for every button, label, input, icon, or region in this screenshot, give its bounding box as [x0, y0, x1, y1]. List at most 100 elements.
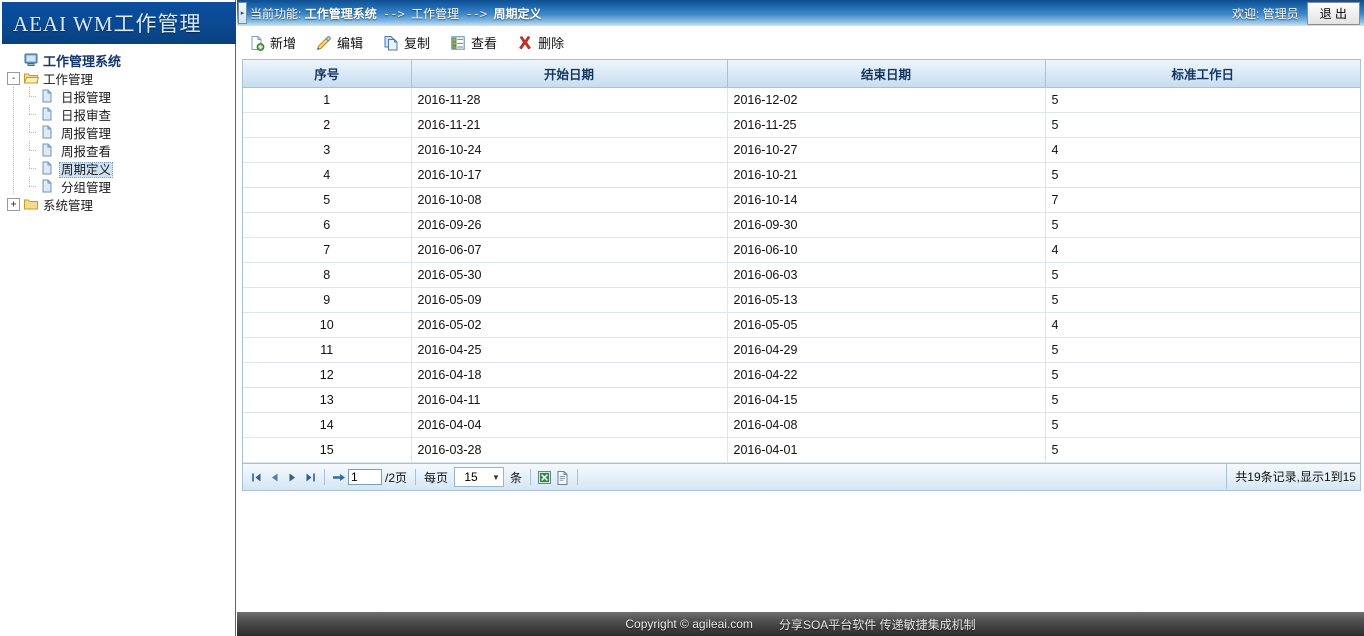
cell-standard-workdays: 5 [1045, 412, 1360, 438]
cell-start-date: 2016-04-11 [411, 387, 728, 413]
folder-open-icon [23, 70, 40, 86]
delete-button[interactable]: 删除 [517, 33, 564, 52]
cell-standard-workdays: 5 [1045, 437, 1360, 463]
sidebar-item-weekly-report-mgmt[interactable]: 周报管理 [7, 123, 235, 141]
doc-export-icon[interactable] [554, 468, 572, 486]
tree-indent-line [7, 87, 20, 105]
column-header-end-date[interactable]: 结束日期 [727, 60, 1046, 88]
table-row[interactable]: 14 2016-04-04 2016-04-08 5 [243, 412, 1360, 438]
cell-end-date: 2016-10-14 [727, 187, 1046, 213]
cell-end-date: 2016-06-03 [727, 262, 1046, 288]
sidebar-item-daily-report-mgmt[interactable]: 日报管理 [7, 87, 235, 105]
cell-end-date: 2016-11-25 [727, 112, 1046, 138]
prev-page-icon[interactable] [265, 468, 283, 486]
page-number-input[interactable] [348, 469, 382, 485]
cell-end-date: 2016-04-22 [727, 362, 1046, 388]
cell-index: 5 [243, 187, 412, 213]
table-row[interactable]: 15 2016-03-28 2016-04-01 5 [243, 437, 1360, 463]
toolbar-divider [415, 469, 417, 485]
cell-standard-workdays: 5 [1045, 387, 1360, 413]
tree-elbow [23, 123, 36, 141]
cell-index: 2 [243, 112, 412, 138]
tree-elbow [23, 177, 36, 195]
copyright-text: Copyright © agileai.com [625, 617, 753, 631]
tree-expander-expand-icon[interactable]: + [7, 197, 20, 211]
page-icon [39, 160, 55, 176]
table-row[interactable]: 5 2016-10-08 2016-10-14 7 [243, 187, 1360, 213]
sidebar-item-daily-report-review[interactable]: 日报审查 [7, 105, 235, 123]
first-page-icon[interactable] [247, 468, 265, 486]
tree-root-node[interactable]: 工作管理系统 [7, 51, 235, 69]
cell-start-date: 2016-05-30 [411, 262, 728, 288]
sidebar-item-weekly-report-view[interactable]: 周报查看 [7, 141, 235, 159]
sidebar-collapse-handle[interactable]: ▸ [238, 2, 247, 24]
page-size-select[interactable]: 15 ▼ [454, 467, 504, 487]
cell-end-date: 2016-10-27 [727, 137, 1046, 163]
list-view-icon [450, 35, 466, 51]
cell-end-date: 2016-04-01 [727, 437, 1046, 463]
column-header-standard-workdays[interactable]: 标准工作日 [1045, 60, 1360, 88]
next-page-icon[interactable] [283, 468, 301, 486]
last-page-icon[interactable] [301, 468, 319, 486]
excel-export-icon[interactable] [536, 468, 554, 486]
copy-button-label: 复制 [404, 36, 431, 51]
cell-end-date: 2016-04-15 [727, 387, 1046, 413]
delete-button-label: 删除 [538, 36, 565, 51]
cell-start-date: 2016-11-28 [411, 87, 728, 113]
table-row[interactable]: 4 2016-10-17 2016-10-21 5 [243, 162, 1360, 188]
tree-elbow [23, 87, 36, 105]
page-footer: Copyright © agileai.com 分享SOA平台软件 传递敏捷集成… [237, 612, 1364, 636]
tree-node-label: 系统管理 [43, 198, 94, 213]
column-header-start-date[interactable]: 开始日期 [411, 60, 728, 88]
data-grid-container: 序号 开始日期 结束日期 标准工作日 1 2016-11-28 2016-12-02… [242, 59, 1361, 464]
cell-end-date: 2016-04-08 [727, 412, 1046, 438]
breadcrumb-item-2[interactable]: 工作管理 [411, 7, 459, 21]
table-row[interactable]: 11 2016-04-25 2016-04-29 5 [243, 337, 1360, 363]
table-row[interactable]: 12 2016-04-18 2016-04-22 5 [243, 362, 1360, 388]
sidebar-item-period-definition[interactable]: 周期定义 [7, 159, 235, 178]
computer-icon [23, 52, 39, 68]
breadcrumb-item-1[interactable]: 工作管理系统 [305, 7, 377, 21]
cell-standard-workdays: 5 [1045, 337, 1360, 363]
page-icon [39, 178, 55, 194]
column-header-index[interactable]: 序号 [243, 60, 412, 88]
table-row[interactable]: 8 2016-05-30 2016-06-03 5 [243, 262, 1360, 288]
view-button[interactable]: 查看 [450, 33, 497, 52]
table-row[interactable]: 2 2016-11-21 2016-11-25 5 [243, 112, 1360, 138]
copy-button[interactable]: 复制 [383, 33, 430, 52]
tree-root-label: 工作管理系统 [43, 53, 122, 69]
go-arrow-icon[interactable] [330, 468, 348, 486]
page-icon [39, 142, 55, 158]
logout-button[interactable]: 退 出 [1306, 1, 1360, 25]
tree-expander-collapse-icon[interactable]: - [7, 71, 20, 85]
cell-standard-workdays: 5 [1045, 362, 1360, 388]
table-row[interactable]: 6 2016-09-26 2016-09-30 5 [243, 212, 1360, 238]
table-row[interactable]: 10 2016-05-02 2016-05-05 4 [243, 312, 1360, 338]
cell-start-date: 2016-05-09 [411, 287, 728, 313]
chevron-down-icon: ▼ [492, 472, 500, 482]
table-row[interactable]: 9 2016-05-09 2016-05-13 5 [243, 287, 1360, 313]
tree-elbow [23, 141, 36, 159]
cell-end-date: 2016-04-29 [727, 337, 1046, 363]
table-row[interactable]: 7 2016-06-07 2016-06-10 4 [243, 237, 1360, 263]
table-row[interactable]: 1 2016-11-28 2016-12-02 5 [243, 87, 1360, 113]
breadcrumb-bar: ▸ 当前功能: 工作管理系统 --> 工作管理 --> 周期定义 欢迎: 管理员… [237, 0, 1364, 26]
table-row[interactable]: 3 2016-10-24 2016-10-27 4 [243, 137, 1360, 163]
sidebar-item-group-mgmt[interactable]: 分组管理 [7, 177, 235, 195]
edit-button[interactable]: 编辑 [316, 33, 363, 52]
tree-node-work-mgmt[interactable]: - 工作管理 [7, 69, 235, 87]
table-row[interactable]: 13 2016-04-11 2016-04-15 5 [243, 387, 1360, 413]
add-button[interactable]: 新增 [249, 33, 296, 52]
tree-elbow [23, 105, 36, 123]
cell-end-date: 2016-06-10 [727, 237, 1046, 263]
cell-start-date: 2016-04-25 [411, 337, 728, 363]
cell-start-date: 2016-10-17 [411, 162, 728, 188]
cell-standard-workdays: 5 [1045, 287, 1360, 313]
sidebar-item-label: 日报审查 [61, 108, 112, 123]
tree-node-system-mgmt[interactable]: + 系统管理 [7, 195, 235, 213]
cell-index: 15 [243, 437, 412, 463]
cell-start-date: 2016-05-02 [411, 312, 728, 338]
cell-start-date: 2016-06-07 [411, 237, 728, 263]
cell-start-date: 2016-10-24 [411, 137, 728, 163]
app-brand-title: AEAI WM工作管理 [2, 2, 236, 44]
